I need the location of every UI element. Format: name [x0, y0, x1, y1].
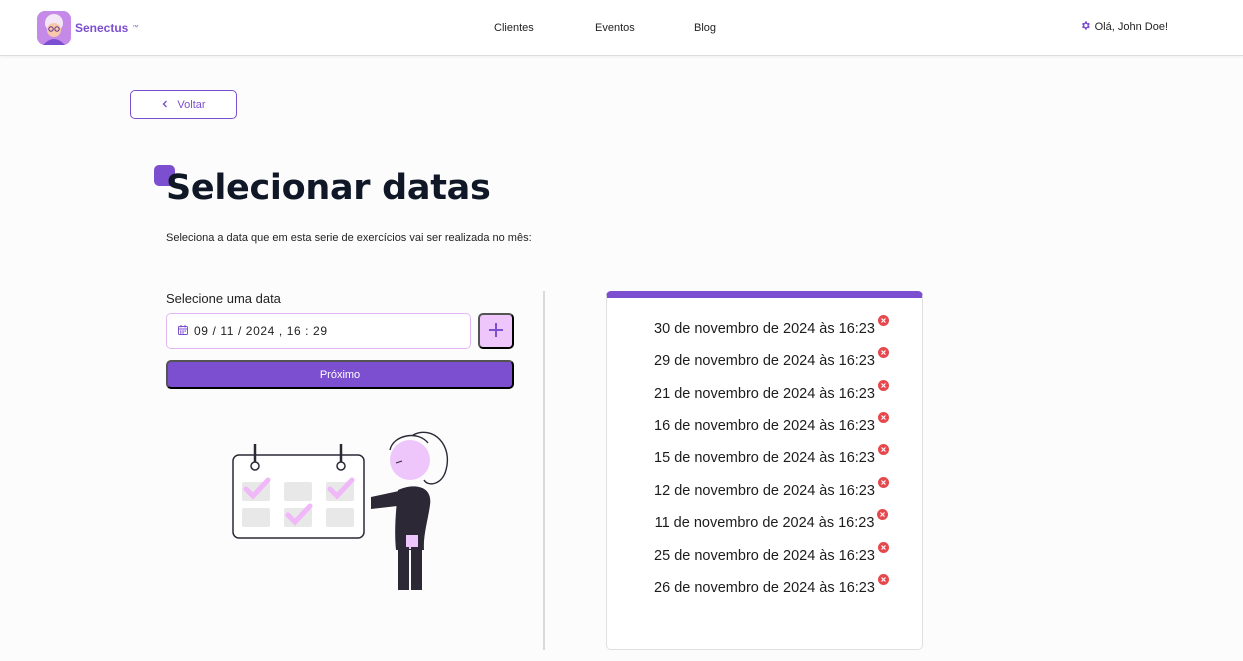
- next-button[interactable]: Próximo: [166, 360, 514, 389]
- remove-date-icon[interactable]: [877, 444, 889, 455]
- calendar-icon[interactable]: [178, 324, 188, 338]
- list-item: 29 de novembro de 2024 às 16:23: [607, 347, 922, 372]
- remove-date-icon[interactable]: [877, 542, 889, 553]
- remove-date-icon[interactable]: [877, 477, 889, 488]
- datetime-input[interactable]: 09 / 11 / 2024 , 16 : 29: [166, 313, 471, 349]
- page-subtitle: Seleciona a data que em esta serie de ex…: [166, 232, 532, 244]
- selected-date-text: 21 de novembro de 2024 às 16:23: [654, 386, 875, 402]
- chevron-left-icon: [161, 99, 169, 111]
- user-menu[interactable]: Olá, John Doe!: [1080, 20, 1168, 34]
- top-navbar: Senectus ™ Clientes Eventos Blog Olá, Jo…: [0, 0, 1243, 56]
- remove-date-icon[interactable]: [877, 412, 889, 423]
- selected-date-text: 16 de novembro de 2024 às 16:23: [654, 418, 875, 434]
- gear-icon: [1080, 20, 1091, 34]
- main-nav: Clientes Eventos Blog: [0, 22, 1243, 36]
- add-date-button[interactable]: [478, 313, 514, 349]
- nav-link-clientes[interactable]: Clientes: [494, 22, 534, 34]
- nav-link-eventos[interactable]: Eventos: [595, 22, 635, 34]
- calendar-person-illustration: [228, 425, 453, 600]
- remove-date-icon[interactable]: [877, 347, 889, 358]
- list-item: 11 de novembro de 2024 às 16:23: [607, 509, 922, 534]
- remove-date-icon[interactable]: [877, 509, 889, 520]
- user-greeting: Olá, John Doe!: [1094, 21, 1168, 33]
- list-item: 15 de novembro de 2024 às 16:23: [607, 444, 922, 469]
- selected-date-text: 12 de novembro de 2024 às 16:23: [654, 483, 875, 499]
- list-item: 26 de novembro de 2024 às 16:23: [607, 574, 922, 599]
- section-divider: [543, 291, 545, 650]
- selected-date-text: 25 de novembro de 2024 às 16:23: [654, 548, 875, 564]
- list-item: 21 de novembro de 2024 às 16:23: [607, 380, 922, 405]
- remove-date-icon[interactable]: [877, 574, 889, 585]
- selected-dates-card: 30 de novembro de 2024 às 16:23 29 de nov…: [606, 291, 923, 650]
- back-button-label: Voltar: [177, 98, 206, 111]
- back-button[interactable]: Voltar: [130, 90, 237, 119]
- datetime-value: 09 / 11 / 2024 , 16 : 29: [194, 324, 328, 338]
- selected-date-text: 29 de novembro de 2024 às 16:23: [654, 353, 875, 369]
- date-field-label: Selecione uma data: [166, 291, 281, 306]
- selected-date-text: 26 de novembro de 2024 às 16:23: [654, 580, 875, 596]
- remove-date-icon[interactable]: [877, 315, 889, 326]
- list-item: 25 de novembro de 2024 às 16:23: [607, 542, 922, 567]
- selected-date-text: 30 de novembro de 2024 às 16:23: [654, 321, 875, 337]
- plus-icon: [488, 322, 504, 341]
- remove-date-icon[interactable]: [877, 380, 889, 391]
- page-title: Selecionar datas: [166, 168, 491, 208]
- list-item: 12 de novembro de 2024 às 16:23: [607, 477, 922, 502]
- selected-date-text: 15 de novembro de 2024 às 16:23: [654, 450, 875, 466]
- nav-link-blog[interactable]: Blog: [694, 22, 716, 34]
- list-item: 16 de novembro de 2024 às 16:23: [607, 412, 922, 437]
- list-item: 30 de novembro de 2024 às 16:23: [607, 315, 922, 340]
- selected-date-text: 11 de novembro de 2024 às 16:23: [654, 515, 875, 531]
